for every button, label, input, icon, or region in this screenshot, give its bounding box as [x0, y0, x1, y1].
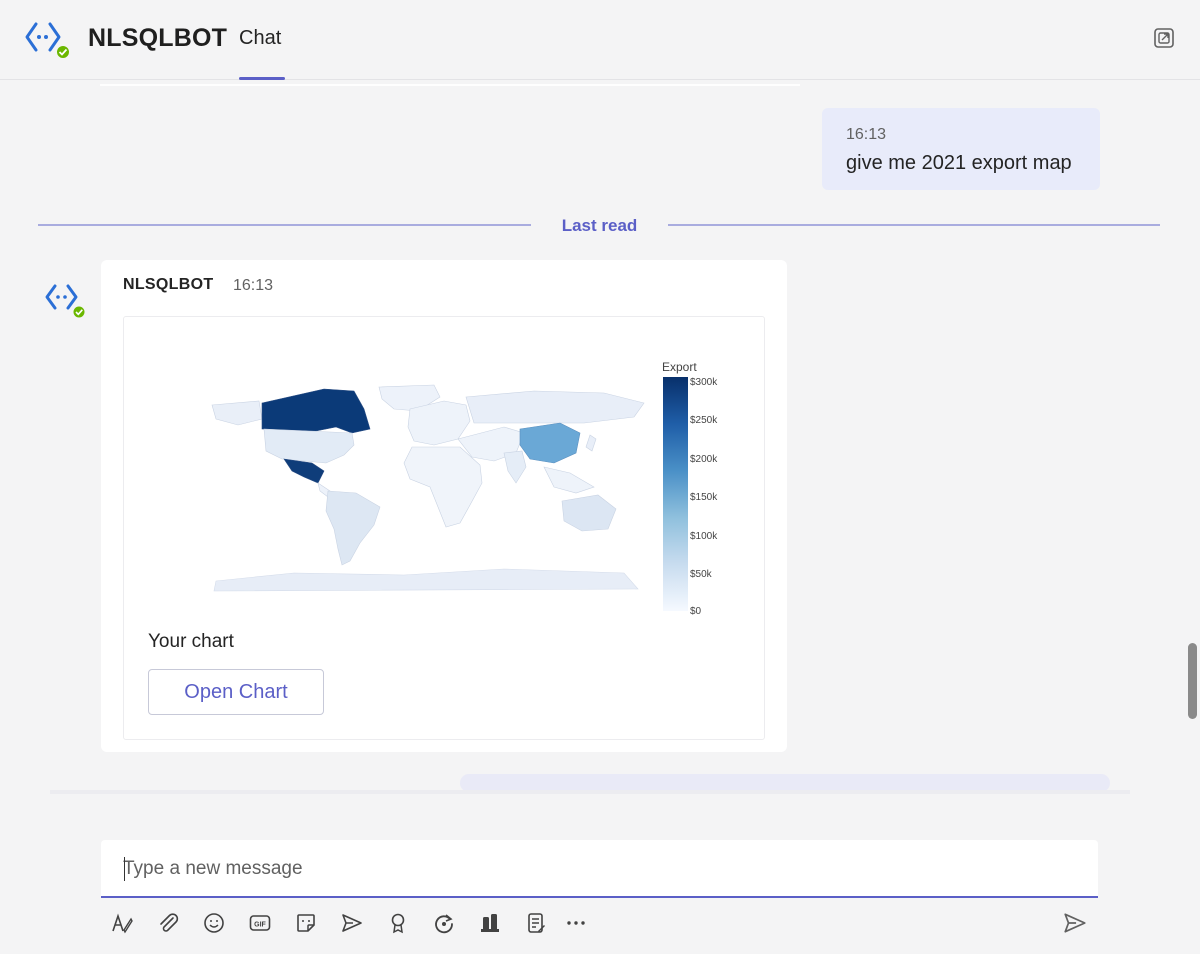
map-region-china	[519, 422, 581, 464]
user-message-bubble[interactable]: 16:13 give me 2021 export map	[822, 108, 1100, 190]
gif-icon[interactable]: GIF	[243, 906, 277, 940]
compose-box[interactable]	[101, 840, 1098, 898]
bot-avatar-icon[interactable]	[24, 20, 70, 62]
popout-icon[interactable]	[1152, 26, 1176, 50]
chat-scrollbar[interactable]	[1188, 643, 1197, 719]
map-region-canada	[261, 388, 371, 434]
tab-chat[interactable]: Chat	[239, 27, 281, 50]
emoji-icon[interactable]	[197, 906, 231, 940]
map-region-mexico	[283, 458, 325, 484]
text-caret	[124, 857, 125, 881]
message-sender: NLSQLBOT	[123, 276, 214, 293]
map-region-australia	[561, 494, 617, 532]
colorbar	[663, 377, 688, 611]
colorbar-tick: $150k	[690, 492, 718, 503]
last-read-line-right	[668, 224, 1160, 226]
divider	[50, 790, 1130, 794]
bot-name-title: NLSQLBOT	[88, 24, 228, 52]
message-text: give me 2021 export map	[846, 152, 1072, 174]
more-icon[interactable]	[559, 906, 593, 940]
svg-text:GIF: GIF	[254, 921, 266, 928]
send-icon[interactable]	[1058, 906, 1092, 940]
map-region-usa	[263, 428, 355, 464]
message-divider	[100, 84, 800, 86]
map-region-south-america	[325, 490, 381, 566]
colorbar-tick: $200k	[690, 454, 718, 465]
apps-icon[interactable]	[473, 906, 507, 940]
schedule-send-icon[interactable]	[335, 906, 369, 940]
forms-icon[interactable]	[519, 906, 553, 940]
format-icon[interactable]	[105, 906, 139, 940]
map-region-india	[503, 450, 527, 484]
last-read-label: Last read	[561, 216, 638, 235]
adaptive-card: Export $300k $250k $200k $150k $100k $50…	[123, 316, 765, 740]
loop-icon[interactable]	[427, 906, 461, 940]
colorbar-tick: $0	[690, 606, 702, 617]
world-choropleth-map	[211, 384, 645, 592]
compose-toolbar: GIF	[101, 906, 1101, 942]
tab-active-indicator	[239, 77, 285, 80]
colorbar-tick: $300k	[690, 377, 718, 388]
map-region-russia	[465, 390, 645, 424]
message-input[interactable]	[123, 854, 1063, 884]
message-timestamp: 16:13	[233, 277, 274, 294]
last-read-line-left	[38, 224, 531, 226]
attach-icon[interactable]	[151, 906, 185, 940]
chart-caption: Your chart	[148, 631, 234, 652]
sticker-icon[interactable]	[289, 906, 323, 940]
map-region-africa	[403, 446, 483, 528]
colorbar-tick: $100k	[690, 531, 718, 542]
message-timestamp: 16:13	[846, 126, 887, 143]
chat-header: NLSQLBOT Chat	[0, 0, 1200, 80]
colorbar-tick: $250k	[690, 415, 718, 426]
map-region-japan	[585, 434, 597, 452]
map-region-southeast-asia	[543, 466, 595, 494]
colorbar-title: Export	[662, 360, 697, 374]
map-region-antarctica	[213, 568, 639, 592]
bot-message-avatar-icon[interactable]	[44, 280, 88, 322]
open-chart-button[interactable]: Open Chart	[148, 669, 324, 715]
map-region-alaska	[211, 400, 263, 426]
bot-message-card[interactable]: NLSQLBOT 16:13 Export $300k $250k $200k …	[101, 260, 787, 752]
praise-icon[interactable]	[381, 906, 415, 940]
colorbar-tick: $50k	[690, 569, 712, 580]
